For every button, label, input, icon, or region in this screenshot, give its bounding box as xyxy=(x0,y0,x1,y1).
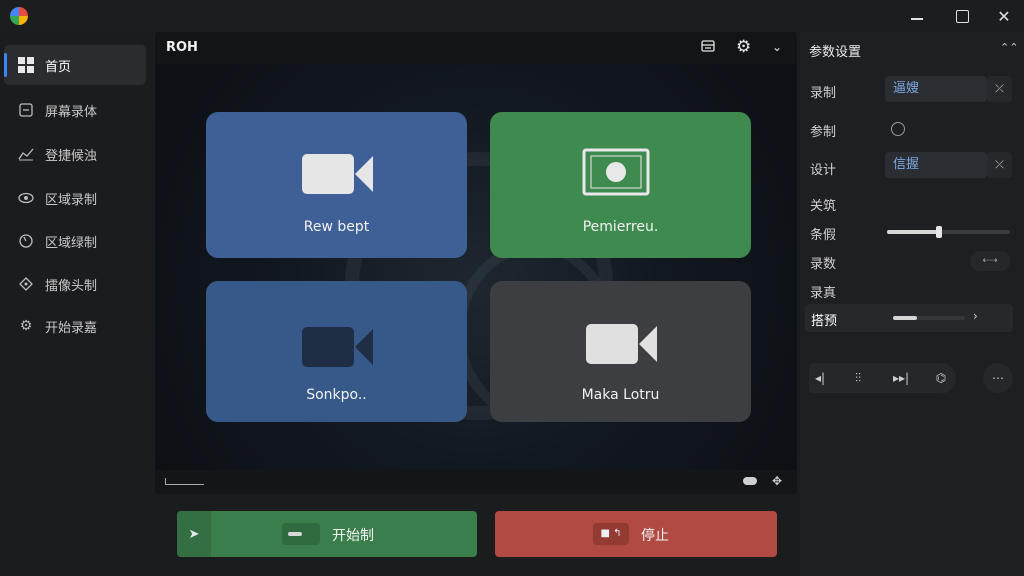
stop-label: 停止 xyxy=(641,528,669,544)
select-value: 信握 xyxy=(893,157,920,172)
camera-icon xyxy=(302,327,354,367)
param-label: 参制 xyxy=(810,125,837,140)
param-label: 录制 xyxy=(810,86,837,101)
settings-gear-icon[interactable]: ⚙ xyxy=(736,37,751,57)
param-label: 录数 xyxy=(810,257,837,272)
preview-toolbar: ROH ⚙ ⌄ xyxy=(155,32,797,64)
snapshot-button[interactable]: ⌬ xyxy=(926,363,956,393)
sidebar-item-shortcuts[interactable]: 登捷候浊 xyxy=(4,134,146,174)
clear-icon: ⤫ xyxy=(995,158,1004,171)
fullscreen-icon[interactable]: ✥ xyxy=(772,474,782,488)
record-select[interactable]: 逼嫂 xyxy=(885,76,987,102)
sidebar-item-screen-record[interactable]: 屏幕录体 xyxy=(4,90,146,130)
camera-lens-shape xyxy=(355,329,373,365)
sidebar-item-camera-record[interactable]: 擂像头制 xyxy=(4,264,146,304)
stop-button[interactable]: ■ ↰ 停止 xyxy=(495,511,777,557)
preview-status-bar: ✥ xyxy=(155,470,797,494)
timeline-marker xyxy=(165,478,204,485)
preset-slider[interactable] xyxy=(893,316,965,320)
sidebar-item-start-record[interactable]: ⚙ 开始录嘉 xyxy=(4,306,146,346)
storage-icon[interactable] xyxy=(701,39,715,57)
screen-record-icon xyxy=(17,101,35,119)
param-label: 设计 xyxy=(810,163,837,178)
sidebar-item-label: 区域绿制 xyxy=(45,235,98,251)
rewind-icon[interactable]: ◂| xyxy=(815,371,825,385)
camera-icon xyxy=(302,154,354,194)
card-label: Sonkpo.. xyxy=(306,387,367,403)
toggle-dash xyxy=(288,532,302,536)
sidebar-item-label: 屏幕录体 xyxy=(45,104,98,120)
sidebar-item-label: 擂像头制 xyxy=(45,278,98,294)
quality-slider[interactable] xyxy=(887,226,1010,238)
dashboard-grid-icon xyxy=(17,56,35,74)
mode-card-custom[interactable]: Maka Lotru xyxy=(490,281,751,422)
maximize-icon xyxy=(955,9,969,23)
eye-icon xyxy=(17,189,35,207)
sidebar: 首页 屏幕录体 登捷候浊 区域录制 区域绿制 擂像头制 ⚙ 开始录嘉 xyxy=(0,40,152,576)
slider-knob[interactable] xyxy=(936,226,942,238)
slider-fill xyxy=(893,316,917,320)
mode-card-camera[interactable]: Sonkpo.. xyxy=(206,281,467,422)
card-label: Rew bept xyxy=(303,219,370,235)
start-record-button[interactable]: ➤ 开始制 xyxy=(177,511,477,557)
camera-lens-shape xyxy=(639,326,657,362)
gear-icon: ⚙ xyxy=(19,318,33,334)
screen-icon xyxy=(582,148,650,196)
card-label: Maka Lotru xyxy=(581,387,660,403)
more-icon: ⋯ xyxy=(992,371,1004,385)
chart-icon xyxy=(17,145,35,163)
toggle-chip xyxy=(282,523,320,545)
card-label: Pemierreu. xyxy=(582,219,659,235)
battery-icon xyxy=(743,477,757,485)
minimize-icon xyxy=(911,18,923,20)
start-label: 开始制 xyxy=(332,528,374,544)
clear-icon: ⤫ xyxy=(995,82,1004,95)
stop-icon: ■ ↰ xyxy=(593,523,629,545)
close-icon: ✕ xyxy=(997,6,1011,26)
sidebar-item-label: 登捷候浊 xyxy=(45,148,98,164)
mode-card-record[interactable]: Rew bept xyxy=(206,112,467,258)
camera-lens-shape xyxy=(355,156,373,192)
sidebar-item-label: 首页 xyxy=(45,59,72,75)
select-clear-button[interactable]: ⤫ xyxy=(987,76,1012,102)
preview-area: ROH ⚙ ⌄ Rew bept Pemierreu. Sonkpo.. Mak… xyxy=(155,32,797,494)
send-icon: ➤ xyxy=(177,511,211,557)
design-select[interactable]: 信握 xyxy=(885,152,987,178)
settings-panel: 参数设置 ⌃⌃ 录制 逼嫂 ⤫ 参制 设计 信握 ⤫ 关筑 条假 录数 ⇠⇢ 录… xyxy=(800,32,1024,576)
param-label: 录真 xyxy=(810,286,837,301)
sidebar-item-home[interactable]: 首页 xyxy=(4,45,146,85)
sidebar-item-label: 区域录制 xyxy=(45,192,98,208)
select-clear-button[interactable]: ⤫ xyxy=(987,152,1012,178)
chevron-down-icon[interactable]: ⌄ xyxy=(772,40,782,54)
close-button[interactable]: ✕ xyxy=(991,4,1017,28)
collapse-icon[interactable]: ⌃⌃ xyxy=(1000,41,1018,54)
preview-title: ROH xyxy=(166,40,198,55)
info-icon[interactable] xyxy=(891,122,905,136)
param-label: 关筑 xyxy=(810,199,837,214)
active-indicator xyxy=(4,53,7,77)
param-label: 搭预 xyxy=(811,314,838,329)
mode-card-screen[interactable]: Pemierreu. xyxy=(490,112,751,258)
more-button[interactable]: ⋯ xyxy=(983,363,1013,393)
select-value: 逼嫂 xyxy=(893,81,920,96)
maximize-button[interactable] xyxy=(949,4,975,28)
chevron-right-icon[interactable]: › xyxy=(973,309,978,323)
param-label: 条假 xyxy=(810,228,837,243)
slider-fill xyxy=(887,230,939,234)
sidebar-item-region-record[interactable]: 区域录制 xyxy=(4,178,146,218)
sidebar-item-label: 开始录嘉 xyxy=(45,320,98,336)
diamond-icon xyxy=(17,275,35,293)
clock-icon xyxy=(17,232,35,250)
preset-row[interactable]: 搭预 › xyxy=(805,304,1013,332)
snapshot-icon: ⌬ xyxy=(935,371,947,385)
adjust-icon[interactable]: ⫶⫶ xyxy=(855,371,861,386)
forward-icon[interactable]: ▸▸| xyxy=(893,371,909,385)
camera-icon xyxy=(586,324,638,364)
minimize-button[interactable] xyxy=(904,4,930,28)
title-bar: ✕ xyxy=(0,0,1024,32)
app-logo-icon xyxy=(10,7,28,25)
sidebar-item-region-record-2[interactable]: 区域绿制 xyxy=(4,221,146,261)
panel-title: 参数设置 xyxy=(809,45,862,60)
toggle-switch[interactable]: ⇠⇢ xyxy=(970,251,1010,271)
